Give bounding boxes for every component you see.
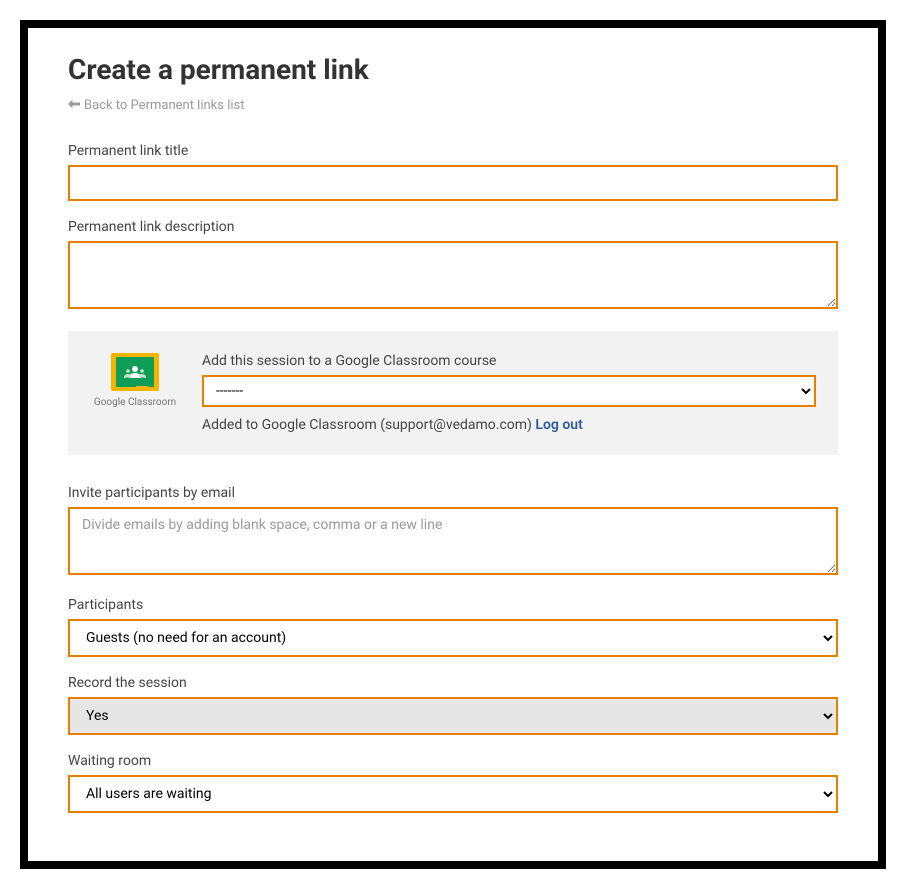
- back-link[interactable]: Back to Permanent links list: [68, 98, 244, 113]
- classroom-content: Add this session to a Google Classroom c…: [202, 353, 816, 433]
- arrow-left-icon: [68, 98, 80, 113]
- back-link-text: Back to Permanent links list: [84, 98, 244, 113]
- record-label: Record the session: [68, 675, 838, 691]
- classroom-status: Added to Google Classroom (support@vedam…: [202, 417, 816, 433]
- classroom-logo: Google Classroom: [90, 353, 180, 408]
- title-input[interactable]: [68, 165, 838, 201]
- invite-label: Invite participants by email: [68, 485, 838, 501]
- description-group: Permanent link description: [68, 219, 838, 313]
- waiting-room-label: Waiting room: [68, 753, 838, 769]
- title-group: Permanent link title: [68, 143, 838, 201]
- participants-group: Participants Guests (no need for an acco…: [68, 597, 838, 657]
- classroom-panel: Google Classroom Add this session to a G…: [68, 331, 838, 455]
- record-group: Record the session Yes: [68, 675, 838, 735]
- classroom-status-prefix: Added to Google Classroom (: [202, 417, 385, 433]
- classroom-add-label: Add this session to a Google Classroom c…: [202, 353, 816, 369]
- description-label: Permanent link description: [68, 219, 838, 235]
- participants-label: Participants: [68, 597, 838, 613]
- record-select[interactable]: Yes: [68, 697, 838, 735]
- classroom-status-email: support@vedamo.com: [385, 417, 527, 433]
- waiting-room-group: Waiting room All users are waiting: [68, 753, 838, 813]
- google-classroom-icon: [111, 353, 159, 391]
- logout-link[interactable]: Log out: [535, 417, 582, 433]
- participants-select[interactable]: Guests (no need for an account): [68, 619, 838, 657]
- classroom-logo-text: Google Classroom: [94, 397, 176, 408]
- waiting-room-select[interactable]: All users are waiting: [68, 775, 838, 813]
- invite-input[interactable]: [68, 507, 838, 575]
- title-label: Permanent link title: [68, 143, 838, 159]
- page-title: Create a permanent link: [68, 53, 838, 86]
- invite-group: Invite participants by email: [68, 485, 838, 579]
- form-container: Create a permanent link Back to Permanen…: [20, 20, 886, 869]
- classroom-course-select[interactable]: -------: [202, 375, 816, 407]
- description-input[interactable]: [68, 241, 838, 309]
